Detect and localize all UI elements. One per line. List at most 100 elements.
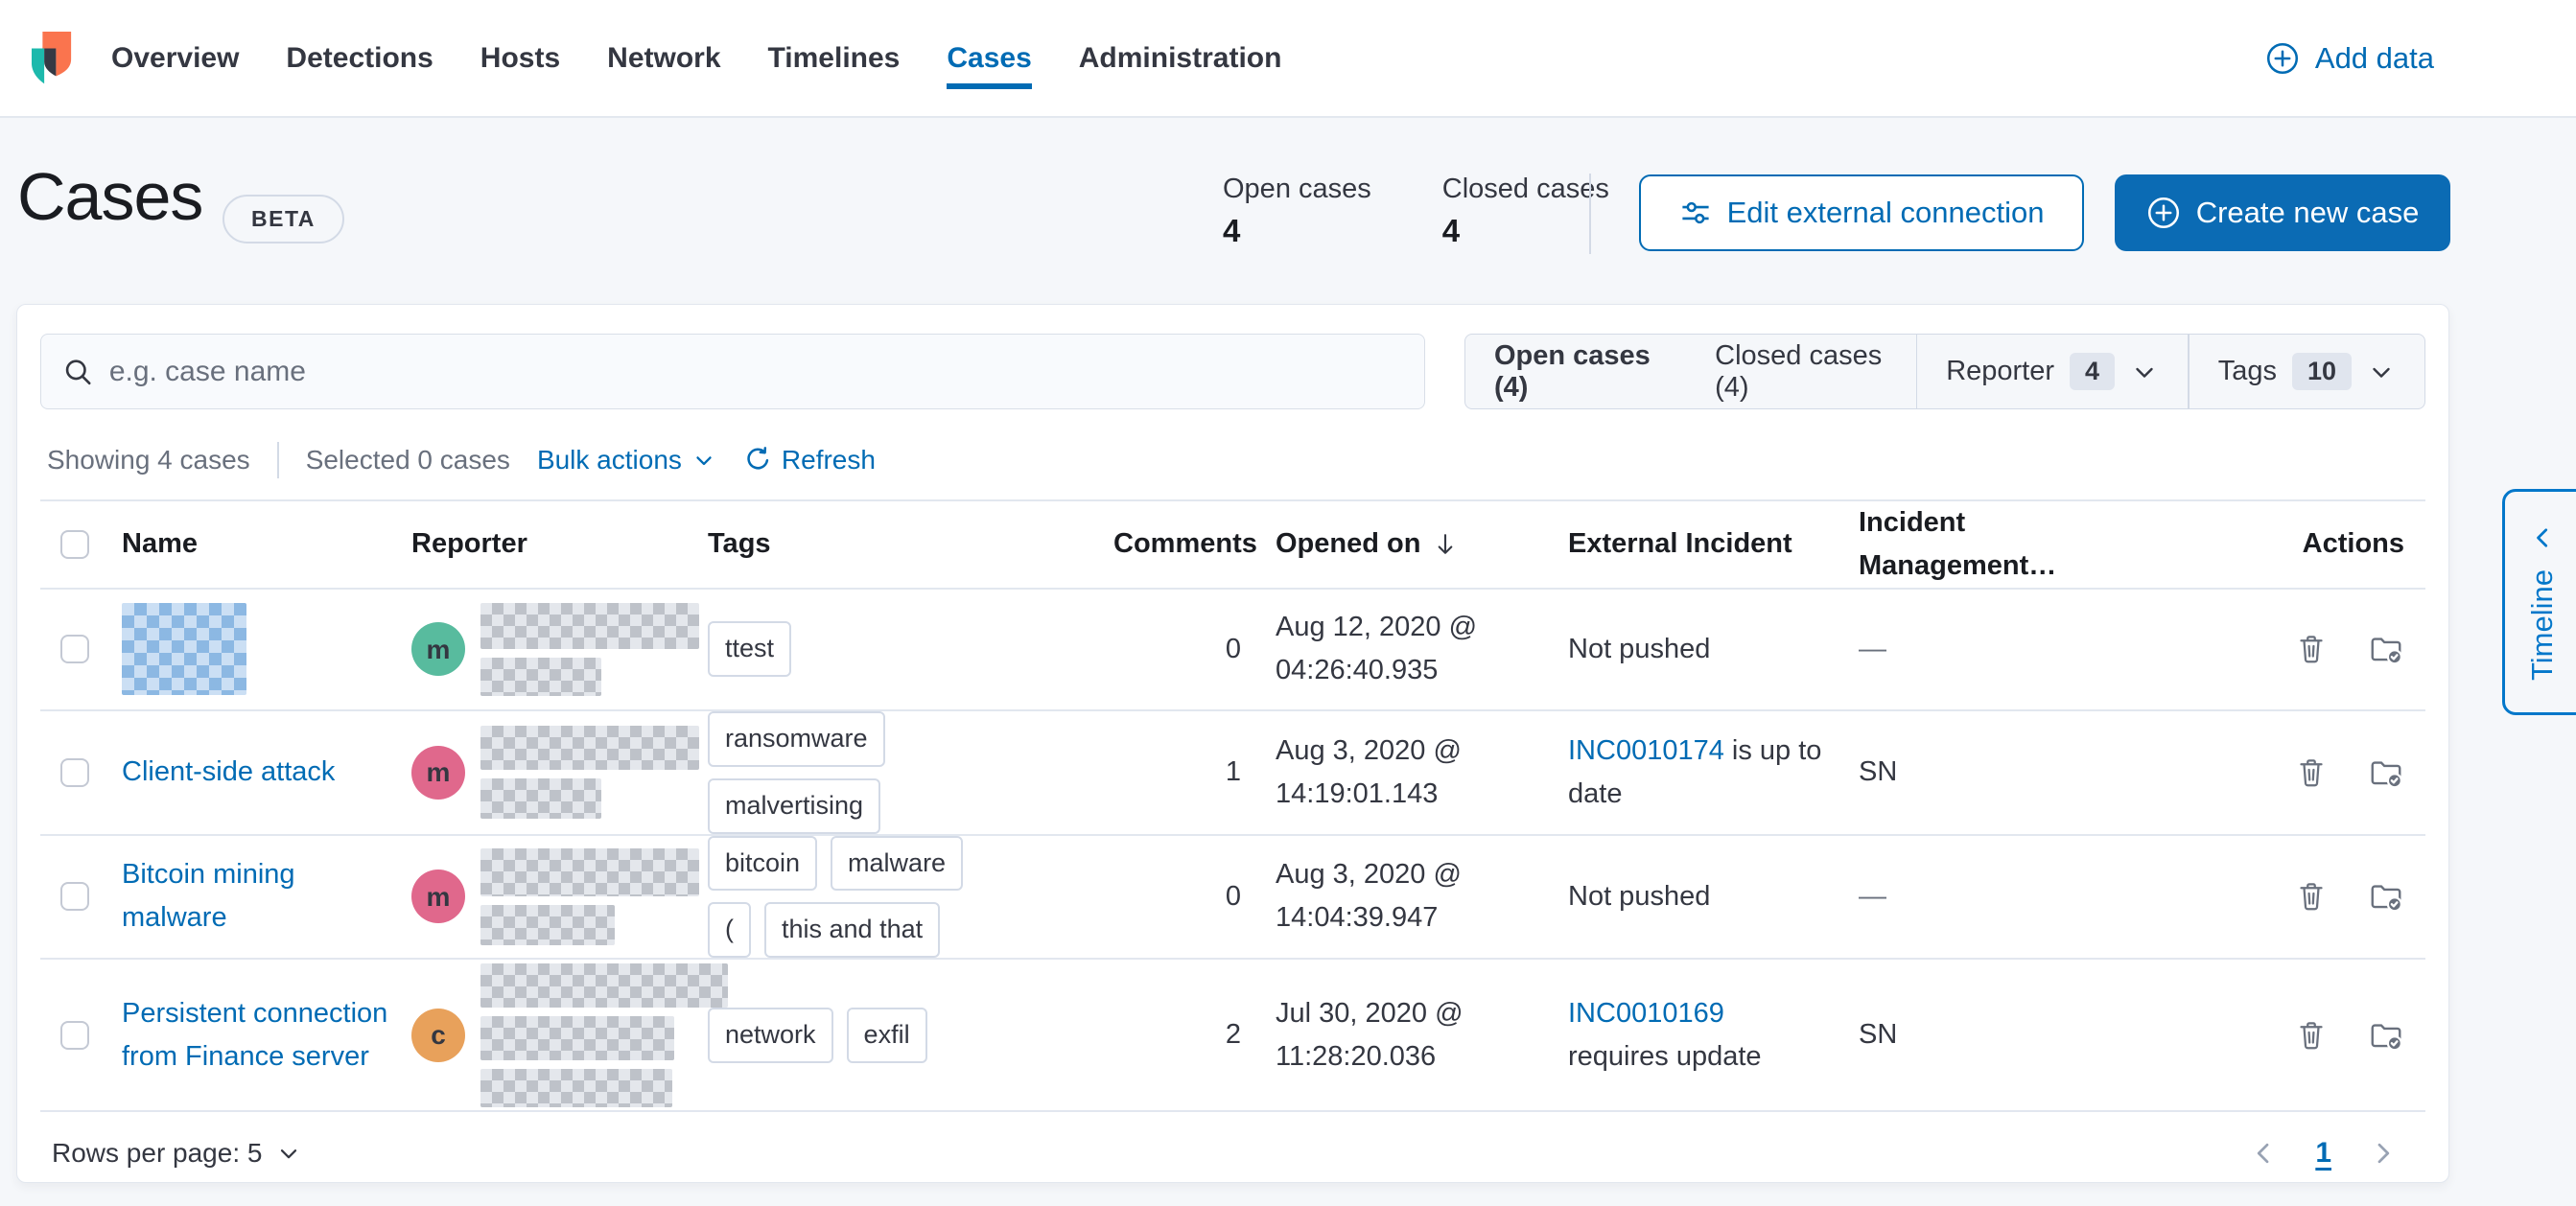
nav-item-overview[interactable]: Overview (111, 0, 239, 116)
column-header-actions: Actions (2097, 522, 2427, 566)
case-name-link[interactable]: Persistent connection from Finance serve… (122, 992, 396, 1078)
filter-open-cases[interactable]: Open cases (4) (1465, 335, 1686, 408)
opened-on-label: Opened on (1276, 522, 1420, 566)
tag-badge: malvertising (708, 778, 880, 834)
tag-badge: ttest (708, 621, 791, 677)
filter-tags-label: Tags (2218, 356, 2277, 387)
case-search[interactable] (40, 334, 1425, 409)
page-header: Cases BETA Open cases 4 Closed cases 4 (0, 118, 2576, 304)
comments-count: 0 (1113, 875, 1241, 918)
trash-icon (2294, 755, 2329, 790)
trash-icon (2294, 632, 2329, 666)
avatar: m (411, 622, 465, 676)
column-header-tags: Tags (692, 522, 1113, 566)
delete-case-button[interactable] (2293, 1017, 2330, 1054)
case-name-link[interactable]: Client-side attack (122, 751, 335, 794)
chevron-left-icon (2248, 1138, 2279, 1169)
showing-cases-text: Showing 4 cases (47, 445, 250, 475)
folder-check-icon (2368, 631, 2404, 667)
add-data-button[interactable]: Add data (2265, 41, 2434, 76)
filter-closed-cases[interactable]: Closed cases (4) (1686, 335, 1915, 408)
cases-panel: Open cases (4) Closed cases (4) Reporter… (16, 304, 2449, 1183)
filter-reporter[interactable]: Reporter 4 (1917, 335, 2188, 408)
nav-item-administration[interactable]: Administration (1079, 0, 1282, 116)
open-cases-count: 4 (1223, 213, 1371, 249)
filter-reporter-label: Reporter (1946, 356, 2054, 387)
tag-badge: network (708, 1008, 833, 1063)
redacted-case-name[interactable] (122, 603, 246, 695)
create-new-case-label: Create new case (2196, 196, 2420, 230)
case-stats: Open cases 4 Closed cases 4 (1223, 174, 1609, 249)
open-cases-label: Open cases (1223, 174, 1371, 205)
select-all-checkbox[interactable] (60, 530, 89, 559)
tag-badge: this and that (764, 902, 940, 958)
plus-in-circle-icon (2265, 41, 2300, 76)
push-incident-button[interactable] (2368, 631, 2404, 667)
trash-icon (2294, 1018, 2329, 1053)
case-name-link[interactable]: Bitcoin mining malware (122, 853, 396, 939)
external-incident-link[interactable]: INC0010169 (1568, 992, 1843, 1035)
chevron-down-icon (2367, 358, 2396, 386)
delete-case-button[interactable] (2293, 878, 2330, 915)
row-checkbox[interactable] (60, 758, 89, 787)
table-footer: Rows per page: 5 1 (52, 1137, 2425, 1170)
refresh-button[interactable]: Refresh (743, 445, 876, 475)
trash-icon (2294, 879, 2329, 914)
tag-badge: exfil (847, 1008, 927, 1063)
nav-item-detections[interactable]: Detections (286, 0, 433, 116)
sliders-icon (1679, 197, 1712, 229)
table-row: Client-side attack m ransomware malverti… (40, 711, 2425, 836)
column-header-opened-on[interactable]: Opened on (1241, 522, 1553, 566)
table-row: Persistent connection from Finance serve… (40, 960, 2425, 1112)
filter-tags[interactable]: Tags 10 (2190, 335, 2424, 408)
table-header-row: Name Reporter Tags Comments Opened on Ex… (40, 499, 2425, 590)
nav-item-hosts[interactable]: Hosts (480, 0, 560, 116)
create-new-case-button[interactable]: Create new case (2115, 174, 2450, 251)
column-header-reporter: Reporter (396, 522, 692, 566)
push-incident-button[interactable] (2368, 1017, 2404, 1054)
top-navigation-bar: Overview Detections Hosts Network Timeli… (0, 0, 2576, 118)
column-header-name[interactable]: Name (106, 522, 396, 566)
column-header-external-incident: External Incident (1553, 522, 1843, 566)
incident-management-value: — (1843, 875, 2097, 918)
delete-case-button[interactable] (2293, 754, 2330, 791)
row-checkbox[interactable] (60, 1021, 89, 1050)
closed-cases-stat: Closed cases 4 (1442, 174, 1609, 249)
nav-item-timelines[interactable]: Timelines (768, 0, 901, 116)
rows-per-page-button[interactable]: Rows per page: 5 (52, 1138, 302, 1169)
timeline-flyout-button[interactable]: Timeline (2502, 489, 2576, 715)
external-incident-value: INC0010174 is up to date (1553, 730, 1843, 816)
utility-bar: Showing 4 cases Selected 0 cases Bulk ac… (47, 444, 2425, 476)
avatar: c (411, 1009, 465, 1062)
incident-management-value: SN (1843, 751, 2097, 794)
folder-check-icon (2368, 754, 2404, 791)
external-incident-link[interactable]: INC0010174 (1568, 735, 1724, 766)
previous-page-button[interactable] (2248, 1138, 2279, 1169)
chevron-down-icon (275, 1140, 302, 1167)
row-checkbox[interactable] (60, 635, 89, 663)
bulk-actions-button[interactable]: Bulk actions (537, 445, 716, 475)
folder-check-icon (2368, 1017, 2404, 1054)
page-number-1[interactable]: 1 (2315, 1137, 2331, 1170)
delete-case-button[interactable] (2293, 631, 2330, 667)
column-header-comments: Comments (1113, 522, 1241, 566)
edit-external-connection-label: Edit external connection (1727, 196, 2045, 230)
search-input[interactable] (109, 356, 1403, 388)
edit-external-connection-button[interactable]: Edit external connection (1639, 174, 2084, 251)
next-page-button[interactable] (2368, 1138, 2399, 1169)
beta-badge: BETA (222, 195, 344, 244)
nav-item-network[interactable]: Network (607, 0, 720, 116)
redacted-reporter-name (480, 963, 728, 1107)
push-incident-button[interactable] (2368, 878, 2404, 915)
header-divider (1589, 174, 1591, 254)
selected-cases-text: Selected 0 cases (306, 445, 510, 475)
comments-count: 1 (1113, 751, 1241, 794)
chevron-down-icon (691, 448, 716, 473)
nav-item-cases[interactable]: Cases (947, 0, 1031, 116)
push-incident-button[interactable] (2368, 754, 2404, 791)
row-checkbox[interactable] (60, 882, 89, 911)
open-cases-stat: Open cases 4 (1223, 174, 1371, 249)
tag-badge: bitcoin (708, 836, 817, 892)
filter-open-cases-label: Open cases (4) (1494, 340, 1657, 404)
folder-check-icon (2368, 878, 2404, 915)
